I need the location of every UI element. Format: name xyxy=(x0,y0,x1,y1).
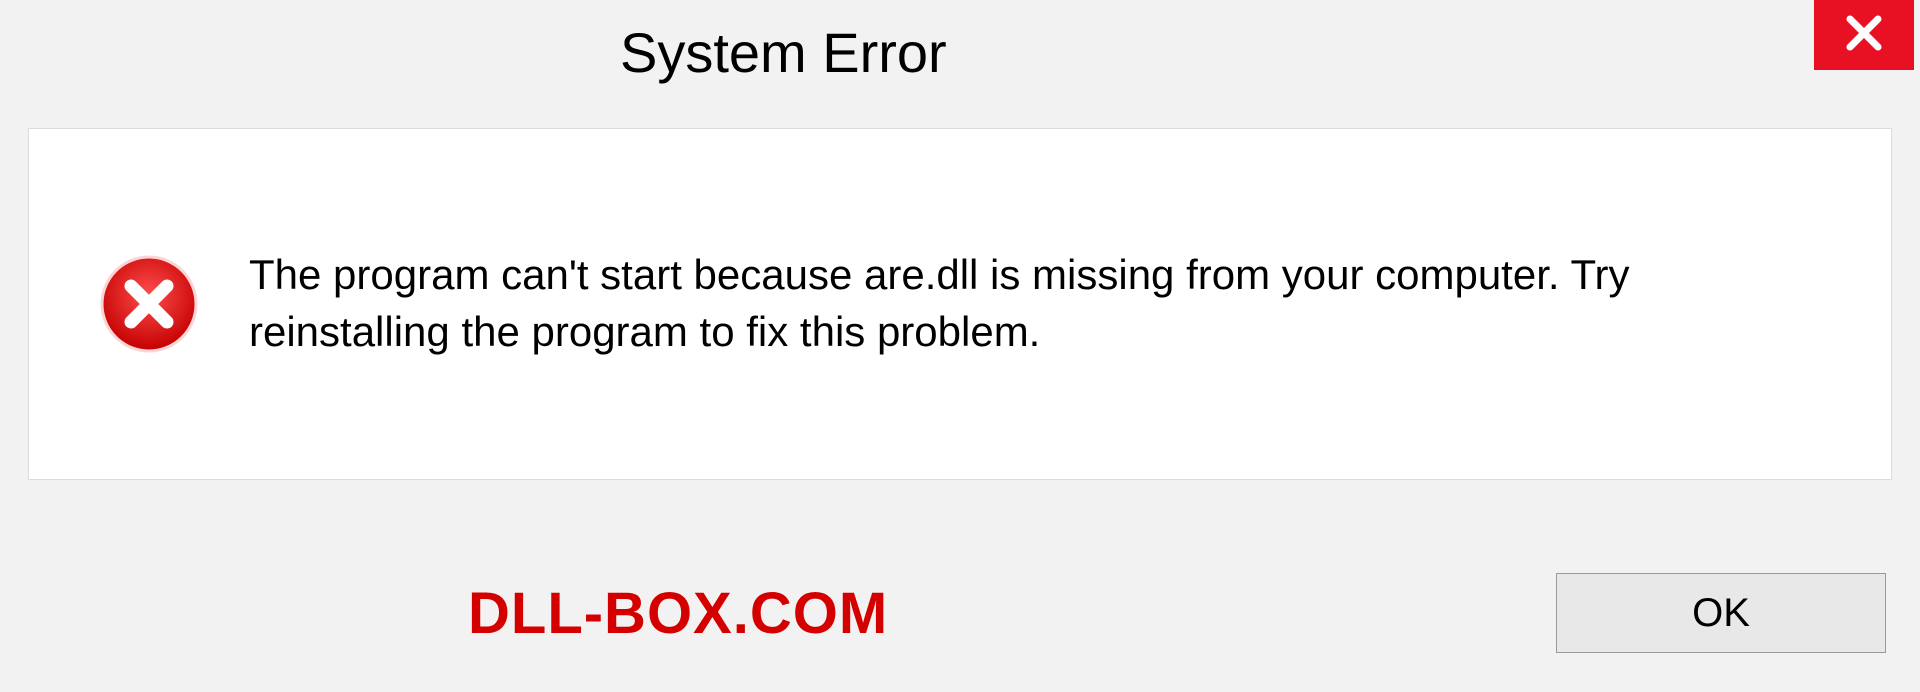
error-icon xyxy=(89,254,209,354)
error-message: The program can't start because are.dll … xyxy=(249,247,1809,360)
dialog-footer: DLL-BOX.COM OK xyxy=(28,558,1892,668)
close-icon xyxy=(1844,13,1884,58)
dialog-title: System Error xyxy=(620,20,947,85)
close-button[interactable] xyxy=(1814,0,1914,70)
ok-button-label: OK xyxy=(1692,591,1750,636)
title-bar: System Error xyxy=(0,0,1920,100)
dialog-content: The program can't start because are.dll … xyxy=(28,128,1892,480)
watermark-text: DLL-BOX.COM xyxy=(468,580,888,647)
ok-button[interactable]: OK xyxy=(1556,573,1886,653)
